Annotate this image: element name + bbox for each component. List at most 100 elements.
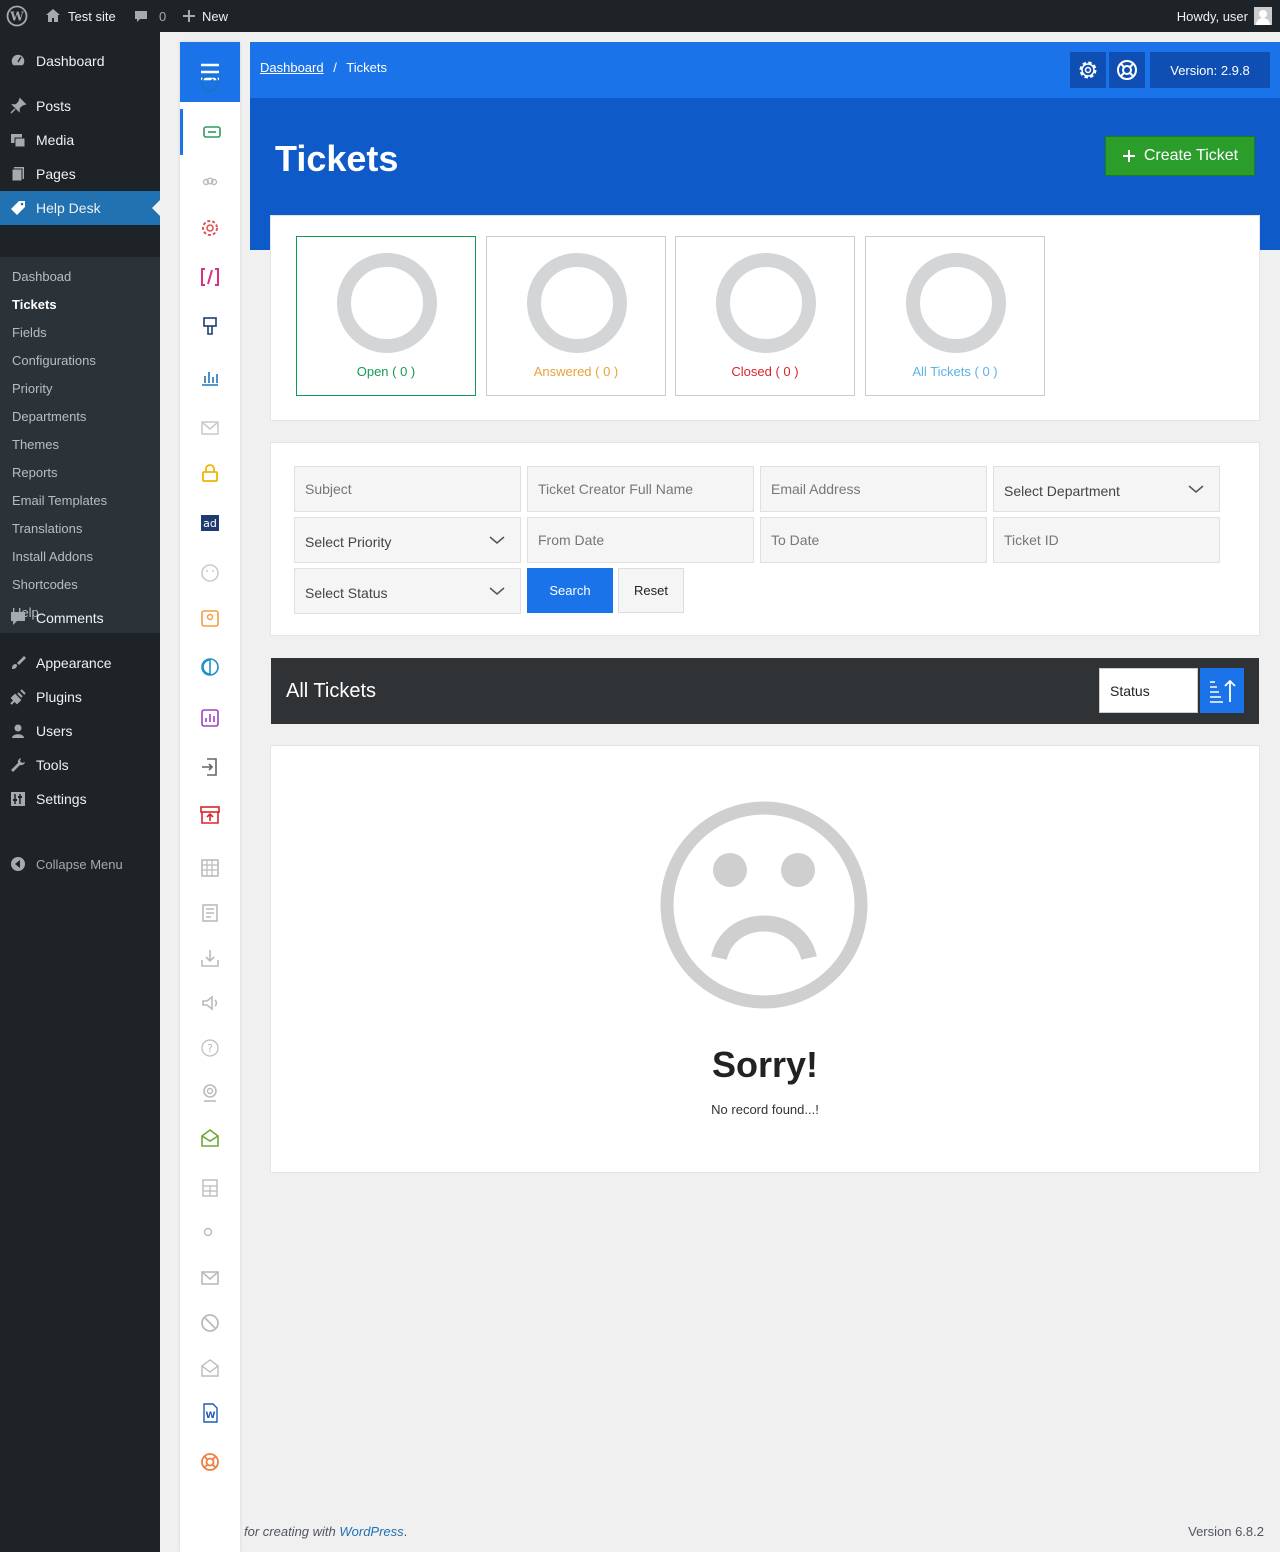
plugin-nav-agent[interactable] [180,595,240,641]
plus-icon [183,10,195,22]
comment-bubble-icon [135,11,147,22]
subject-input[interactable]: Subject [294,466,521,512]
menu-users[interactable]: Users [0,714,160,748]
submenu-item-configurations[interactable]: Configurations [12,353,96,368]
empty-state-message: No record found...! [711,1102,819,1117]
plugin-nav-ad[interactable]: ad [180,500,240,546]
menu-appearance[interactable]: Appearance [0,646,160,680]
wordpress-logo-icon[interactable]: W [6,0,28,32]
plugin-nav-import[interactable] [180,744,240,790]
submenu-item-priority[interactable]: Priority [12,381,52,396]
plugin-nav-theme[interactable] [180,644,240,690]
plugin-nav-dashboard[interactable] [180,60,240,106]
plugin-nav-archive[interactable] [180,792,240,838]
submenu-item-reports[interactable]: Reports [12,465,58,480]
plugin-nav-lock[interactable] [180,450,240,496]
from-date-input[interactable]: From Date [527,517,754,563]
plugin-nav-report[interactable] [180,695,240,741]
plugin-nav-document[interactable] [180,890,240,936]
theme-icon [201,658,219,676]
support-button[interactable] [1109,52,1145,88]
submenu-item-translations[interactable]: Translations [12,521,82,536]
menu-media[interactable]: Media [0,123,160,157]
paint-brush-icon [203,317,217,335]
plugin-nav-spreadsheet[interactable] [180,1165,240,1211]
footer-end: . [403,1524,408,1539]
plugin-nav-paint-brush[interactable] [180,303,240,349]
plugin-nav-fields[interactable] [180,845,240,891]
plugin-nav-word[interactable]: W [180,1390,240,1436]
plugin-nav-ticket[interactable] [180,109,240,155]
status-select[interactable]: Select Status [294,568,521,614]
plugin-nav-download[interactable] [180,935,240,981]
plugin-nav-email[interactable] [180,405,240,451]
ticket-id-input[interactable]: Ticket ID [993,517,1220,563]
plugin-nav-shortcode[interactable] [180,254,240,300]
menu-posts[interactable]: Posts [0,89,160,123]
submenu-item-tickets[interactable]: Tickets [12,297,57,312]
create-ticket-button[interactable]: Create Ticket [1105,136,1255,176]
site-name-link[interactable]: Test site [44,0,116,32]
sort-order-button[interactable] [1200,668,1244,713]
menu-dashboard[interactable]: Dashboard [0,44,160,78]
plugin-nav-announcement[interactable] [180,980,240,1026]
plugin-nav-gear[interactable] [180,205,240,251]
version-badge: Version: 2.9.8 [1150,52,1270,88]
submenu-item-fields[interactable]: Fields [12,325,47,340]
plugin-nav-smiley[interactable] [180,550,240,596]
stat-card[interactable]: Open ( 0 ) [296,236,476,396]
mail-piping-icon [201,1129,219,1147]
menu-tools[interactable]: Tools [0,748,160,782]
creator-name-input[interactable]: Ticket Creator Full Name [527,466,754,512]
stat-card[interactable]: Closed ( 0 ) [675,236,855,396]
menu-comments[interactable]: Comments [0,601,160,635]
svg-text:W: W [206,1411,216,1421]
plugin-nav-webcam[interactable] [180,1070,240,1116]
submenu-item-themes[interactable]: Themes [12,437,59,452]
breadcrumb-dashboard-link[interactable]: Dashboard [260,60,324,75]
stat-label: Open ( 0 ) [356,364,416,379]
plugin-nav-open-mail[interactable] [180,1345,240,1391]
collapse-menu-button[interactable]: Collapse Menu [0,852,123,876]
document-icon [202,904,218,922]
archive-icon [200,806,220,824]
stat-card[interactable]: All Tickets ( 0 ) [865,236,1045,396]
svg-text:W: W [9,10,24,24]
plugin-nav-user-edit[interactable] [180,1212,240,1258]
priority-select-label: Select Priority [305,534,392,550]
new-content-link[interactable]: New [182,0,228,32]
email-input[interactable]: Email Address [760,466,987,512]
department-select[interactable]: Select Department [993,466,1220,512]
plugin-nav-help[interactable]: ? [180,1025,240,1071]
wordpress-link[interactable]: WordPress [339,1524,403,1539]
plugin-nav-users-group[interactable] [180,161,240,207]
submenu-item-departments[interactable]: Departments [12,409,86,424]
plugin-nav-ban[interactable] [180,1300,240,1346]
priority-select[interactable]: Select Priority [294,517,521,563]
menu-pages[interactable]: Pages [0,157,160,191]
comments-link[interactable]: 0 [133,0,166,32]
plugin-nav-mail-piping[interactable] [180,1115,240,1161]
submenu-item-shortcodes[interactable]: Shortcodes [12,577,78,592]
to-date-input[interactable]: To Date [760,517,987,563]
menu-settings[interactable]: Settings [0,782,160,816]
search-button[interactable]: Search [527,568,613,613]
plugin-nav-chart[interactable] [180,354,240,400]
submenu-item-install-addons[interactable]: Install Addons [12,549,93,564]
howdy-text: Howdy, user [1176,8,1248,24]
settings-button[interactable] [1070,52,1106,88]
stat-card[interactable]: Answered ( 0 ) [486,236,666,396]
plugin-nav-envelope[interactable] [180,1255,240,1301]
all-tickets-bar: All Tickets Status [271,658,1259,724]
sort-by-select[interactable]: Status [1099,668,1198,713]
submenu-item-dashboad[interactable]: Dashboad [12,269,71,284]
my-account-link[interactable]: Howdy, user [1177,0,1272,32]
menu-plugins[interactable]: Plugins [0,680,160,714]
plugin-top-bar: Dashboard / Tickets Version: 2.9.8 [250,42,1280,98]
plugin-nav-lifebuoy[interactable] [180,1439,240,1485]
report-icon [201,709,219,727]
menu-help-desk[interactable]: Help Desk [0,191,160,225]
media-icon [0,131,36,149]
submenu-item-email-templates[interactable]: Email Templates [12,493,107,508]
reset-button[interactable]: Reset [618,568,684,613]
